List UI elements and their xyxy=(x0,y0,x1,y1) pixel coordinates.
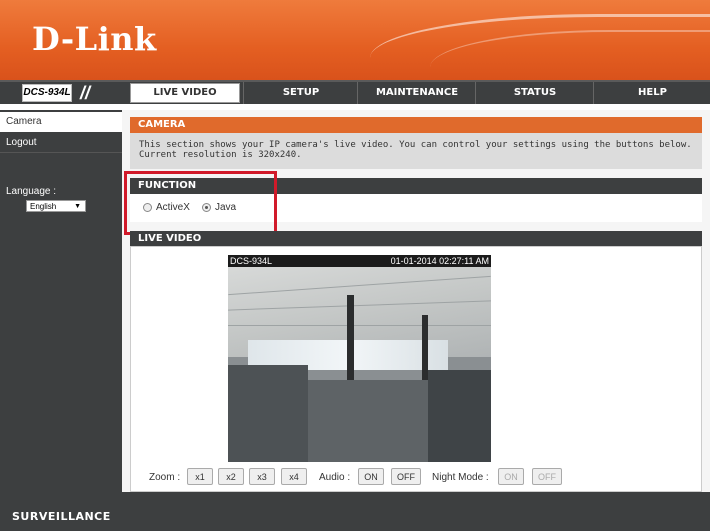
cubicle-wall xyxy=(228,365,308,462)
language-value: English xyxy=(30,202,57,211)
language-label: Language : xyxy=(6,186,57,197)
description-line: This section shows your IP camera's live… xyxy=(139,140,692,150)
audio-label: Audio : xyxy=(319,472,351,483)
footer-label: SURVEILLANCE xyxy=(12,510,111,523)
video-overlay-bar: DCS-934L 01-01-2014 02:27:11 AM xyxy=(228,255,491,267)
description-line: Current resolution is 320x240. xyxy=(139,150,302,160)
tab-setup[interactable]: SETUP xyxy=(243,82,358,104)
audio-off-button[interactable]: OFF xyxy=(391,468,421,485)
language-select[interactable]: English ▼ xyxy=(26,200,86,212)
function-highlight-box xyxy=(124,171,277,235)
tab-status[interactable]: STATUS xyxy=(475,82,594,104)
model-slash-decor: // xyxy=(80,83,91,103)
cubicle-wall xyxy=(428,370,491,462)
cubicle-wall xyxy=(308,380,428,462)
camera-description: This section shows your IP camera's live… xyxy=(139,140,699,160)
tab-maintenance[interactable]: MAINTENANCE xyxy=(357,82,476,104)
live-video-feed[interactable]: DCS-934L 01-01-2014 02:27:11 AM xyxy=(228,255,491,462)
sidebar-item-logout[interactable]: Logout xyxy=(0,133,122,153)
live-video-section-title: LIVE VIDEO xyxy=(130,231,702,247)
zoom-x1-button[interactable]: x1 xyxy=(187,468,213,485)
sidebar xyxy=(0,110,122,492)
model-badge: DCS-934L xyxy=(22,84,72,102)
overlay-camera-name: DCS-934L xyxy=(230,256,273,266)
zoom-x3-button[interactable]: x3 xyxy=(249,468,275,485)
sidebar-item-camera[interactable]: Camera xyxy=(0,112,122,132)
dlink-logo: D-Link xyxy=(32,20,157,58)
header-banner: D-Link xyxy=(0,0,710,80)
audio-on-button[interactable]: ON xyxy=(358,468,384,485)
chevron-down-icon: ▼ xyxy=(74,203,81,210)
tab-help[interactable]: HELP xyxy=(593,82,710,104)
overlay-timestamp: 01-01-2014 02:27:11 AM xyxy=(390,256,489,266)
camera-section-title: CAMERA xyxy=(130,117,702,133)
pillar xyxy=(347,295,354,385)
night-mode-label: Night Mode : xyxy=(432,472,489,483)
zoom-label: Zoom : xyxy=(149,472,181,483)
ceiling-grid xyxy=(228,325,491,326)
zoom-x4-button[interactable]: x4 xyxy=(281,468,307,485)
tab-live-video[interactable]: LIVE VIDEO xyxy=(130,83,240,103)
night-off-button[interactable]: OFF xyxy=(532,468,562,485)
night-on-button[interactable]: ON xyxy=(498,468,524,485)
zoom-x2-button[interactable]: x2 xyxy=(218,468,244,485)
